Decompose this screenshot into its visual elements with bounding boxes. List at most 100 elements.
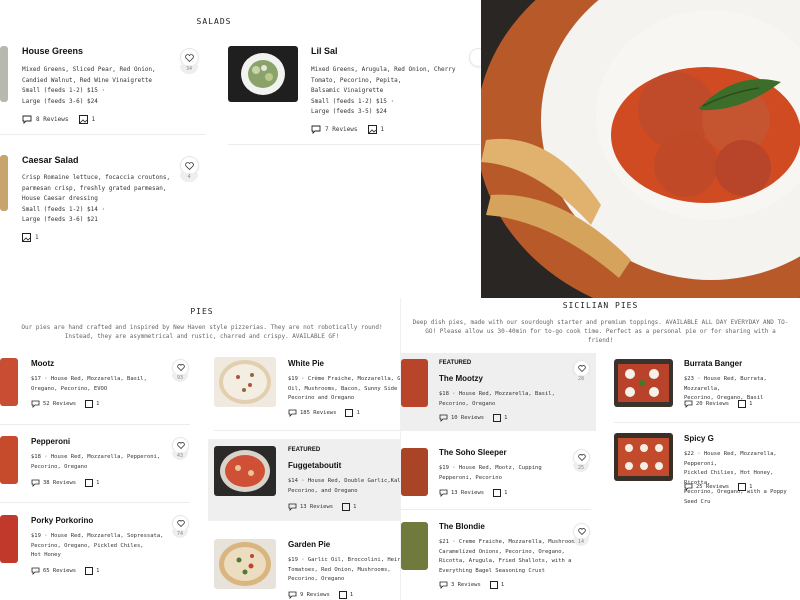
reviews-count-link[interactable]: 52 Reviews bbox=[43, 401, 76, 407]
menu-item-description: $19 · House Red, Mootz, Cupping Pepperoni… bbox=[439, 465, 542, 481]
reviews-count-link[interactable]: 65 Reviews bbox=[43, 568, 76, 574]
photos-count: 1 bbox=[749, 401, 753, 407]
heart-icon bbox=[577, 365, 586, 372]
menu-item-name[interactable]: Caesar Salad bbox=[22, 155, 79, 165]
menu-item-image[interactable] bbox=[401, 448, 428, 496]
menu-item-image[interactable] bbox=[0, 515, 18, 563]
speech-bubble-icon bbox=[439, 581, 448, 589]
speech-bubble-icon bbox=[311, 125, 321, 134]
speech-bubble-icon bbox=[684, 483, 693, 491]
photo-icon[interactable] bbox=[85, 479, 94, 487]
menu-item-meta: 25 Reviews 1 bbox=[684, 483, 752, 491]
reviews-count-link[interactable]: 13 Reviews bbox=[300, 504, 333, 510]
photos-count: 1 bbox=[35, 234, 39, 241]
like-count: 25 bbox=[573, 464, 589, 472]
featured-label: FEATURED bbox=[288, 447, 321, 453]
heart-icon bbox=[176, 364, 185, 371]
menu-item-description: $21 · Creme Fraiche, Mozzarella, Mushroo… bbox=[439, 539, 579, 574]
photos-count: 1 bbox=[380, 126, 385, 133]
menu-item-name[interactable]: Fuggetaboutit bbox=[288, 461, 341, 470]
menu-item-description: Crisp Romaine lettuce, focaccia croutons… bbox=[22, 174, 171, 223]
menu-item-image[interactable] bbox=[0, 358, 18, 406]
photo-icon[interactable] bbox=[78, 115, 88, 124]
reviews-count-link[interactable]: 8 Reviews bbox=[36, 116, 69, 123]
speech-bubble-icon bbox=[439, 489, 448, 497]
menu-item-meta: 20 Reviews 1 bbox=[684, 400, 752, 408]
menu-item-image[interactable] bbox=[0, 46, 8, 102]
menu-item-name[interactable]: Pepperoni bbox=[31, 437, 70, 446]
photos-count: 1 bbox=[91, 116, 96, 123]
reviews-count-link[interactable]: 13 Reviews bbox=[451, 490, 484, 496]
menu-item-meta: 3 Reviews 1 bbox=[439, 581, 504, 589]
menu-item-name[interactable]: Burrata Banger bbox=[684, 359, 742, 368]
menu-item-meta: 10 Reviews 1 bbox=[439, 414, 507, 422]
menu-item-meta: 185 Reviews 1 bbox=[288, 409, 360, 417]
menu-item-meta: 13 Reviews 1 bbox=[288, 503, 356, 511]
photo-icon[interactable] bbox=[738, 483, 747, 491]
divider bbox=[0, 502, 190, 503]
divider bbox=[401, 509, 591, 510]
menu-item-image[interactable] bbox=[214, 446, 276, 496]
divider bbox=[0, 424, 190, 425]
menu-item-description: $14 · House Red, Double Garlic,Kalam Peco… bbox=[288, 478, 408, 494]
hero-food-photo bbox=[481, 0, 800, 298]
reviews-count-link[interactable]: 3 Reviews bbox=[451, 582, 481, 588]
menu-item-name[interactable]: Lil Sal bbox=[311, 46, 338, 56]
menu-item-meta: 1 bbox=[22, 233, 39, 242]
photos-count: 1 bbox=[96, 568, 100, 574]
divider bbox=[614, 422, 800, 423]
menu-item-meta: 8 Reviews 1 bbox=[22, 115, 95, 124]
photo-icon[interactable] bbox=[345, 409, 354, 417]
menu-item-name[interactable]: Mootz bbox=[31, 359, 54, 368]
menu-item-name[interactable]: Garden Pie bbox=[288, 540, 330, 549]
menu-item-image[interactable] bbox=[0, 155, 8, 211]
reviews-count-link[interactable]: 10 Reviews bbox=[451, 415, 484, 421]
heart-icon bbox=[176, 520, 185, 527]
photos-count: 1 bbox=[500, 582, 505, 588]
menu-item-image[interactable] bbox=[614, 433, 673, 481]
photo-icon[interactable] bbox=[85, 400, 94, 408]
photo-icon[interactable] bbox=[489, 581, 498, 589]
menu-item-name[interactable]: White Pie bbox=[288, 359, 324, 368]
reviews-count-link[interactable]: 9 Reviews bbox=[300, 592, 330, 598]
like-count: 43 bbox=[172, 452, 188, 460]
photos-count: 1 bbox=[749, 484, 753, 490]
photo-icon[interactable] bbox=[493, 414, 502, 422]
photo-icon[interactable] bbox=[342, 503, 351, 511]
menu-item-meta: 9 Reviews 1 bbox=[288, 591, 353, 599]
speech-bubble-icon bbox=[288, 503, 297, 511]
menu-item-description: $19 · House Red, Mozzarella, Sopressata,… bbox=[31, 533, 164, 558]
menu-item-image[interactable] bbox=[214, 539, 276, 589]
photo-icon[interactable] bbox=[85, 567, 94, 575]
menu-item-name[interactable]: House Greens bbox=[22, 46, 83, 56]
menu-item-image[interactable] bbox=[228, 46, 298, 102]
sicilian-section-title: SICILIAN PIES bbox=[562, 301, 639, 310]
photo-icon[interactable] bbox=[738, 400, 747, 408]
menu-item-name[interactable]: The Soho Sleeper bbox=[439, 448, 507, 457]
menu-item-image[interactable] bbox=[401, 522, 428, 570]
menu-item-image[interactable] bbox=[614, 359, 673, 407]
menu-item-name[interactable]: Porky Porkorino bbox=[31, 516, 93, 525]
menu-item-image[interactable] bbox=[0, 436, 18, 484]
menu-item-image[interactable] bbox=[214, 357, 276, 407]
menu-item-meta: 13 Reviews 1 bbox=[439, 489, 507, 497]
reviews-count-link[interactable]: 25 Reviews bbox=[696, 484, 729, 490]
photo-icon[interactable] bbox=[338, 591, 347, 599]
divider bbox=[214, 430, 400, 431]
menu-item-image[interactable] bbox=[401, 359, 428, 407]
menu-item-meta: 7 Reviews 1 bbox=[311, 125, 384, 134]
photo-icon[interactable] bbox=[22, 233, 31, 242]
menu-item-name[interactable]: The Mootzy bbox=[439, 374, 483, 383]
reviews-count-link[interactable]: 20 Reviews bbox=[696, 401, 729, 407]
menu-item-description: $22 · House Red, Mozzarella, Pepperoni, P… bbox=[684, 451, 787, 505]
heart-icon bbox=[577, 528, 586, 535]
reviews-count-link[interactable]: 38 Reviews bbox=[43, 480, 76, 486]
photos-count: 1 bbox=[504, 415, 508, 421]
heart-icon bbox=[185, 161, 194, 170]
photo-icon[interactable] bbox=[367, 125, 377, 134]
menu-item-name[interactable]: Spicy G bbox=[684, 434, 714, 443]
photo-icon[interactable] bbox=[493, 489, 502, 497]
reviews-count-link[interactable]: 7 Reviews bbox=[325, 126, 358, 133]
reviews-count-link[interactable]: 185 Reviews bbox=[300, 410, 336, 416]
menu-item-name[interactable]: The Blondie bbox=[439, 522, 485, 531]
